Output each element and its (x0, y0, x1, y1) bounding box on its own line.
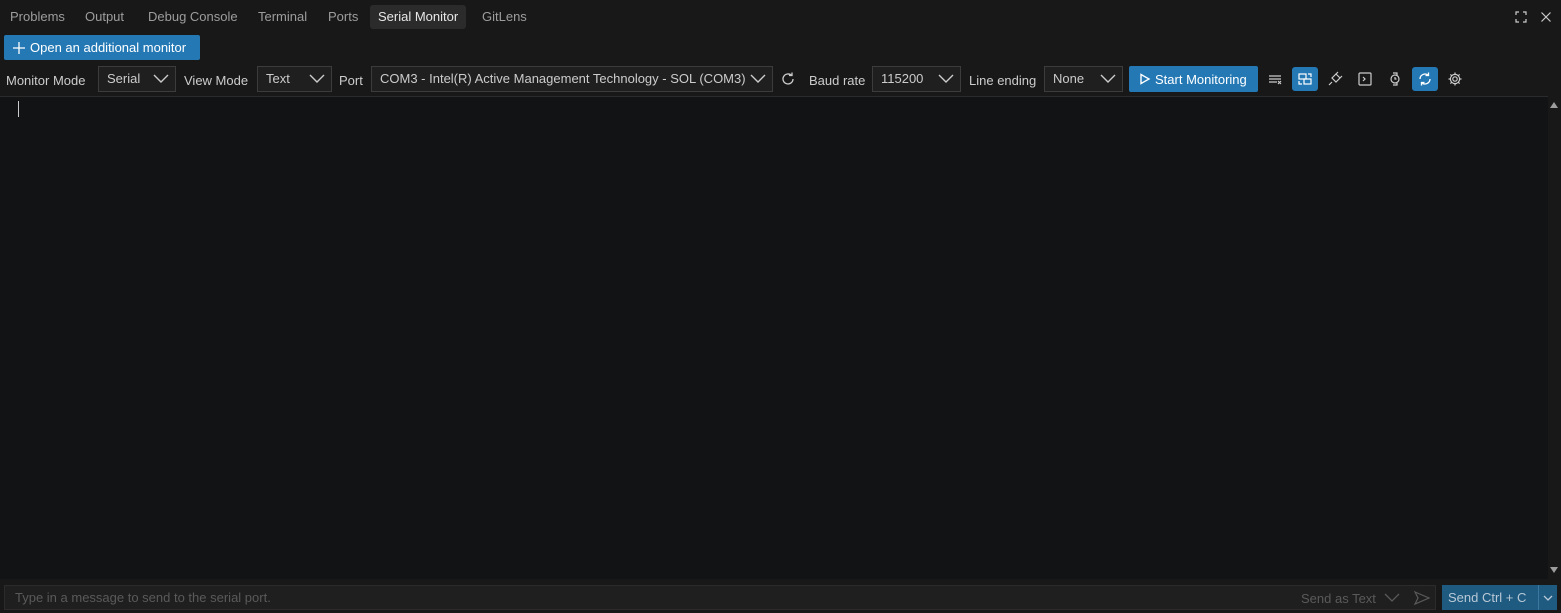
output-scrollbar[interactable] (1548, 96, 1561, 579)
port-label: Port (339, 73, 363, 88)
scroll-up-arrow-icon[interactable] (1550, 102, 1558, 108)
monitor-mode-select[interactable]: Serial (98, 66, 176, 92)
maximize-icon[interactable] (1512, 8, 1530, 26)
plug-icon[interactable] (1322, 67, 1348, 91)
refresh-ports-icon[interactable] (775, 67, 801, 91)
baud-rate-label: Baud rate (809, 73, 866, 88)
send-mode-value[interactable]: Send as Text (1301, 591, 1376, 606)
tab-ports[interactable]: Ports (320, 5, 366, 29)
send-arrow-icon[interactable] (1413, 590, 1431, 606)
scroll-down-arrow-icon[interactable] (1550, 567, 1558, 573)
start-monitoring-label: Start Monitoring (1155, 71, 1247, 87)
view-mode-select[interactable]: Text (257, 66, 332, 92)
monitor-toolbar: Monitor Mode Serial View Mode Text Port … (0, 64, 1561, 96)
baud-rate-select[interactable]: 115200 (872, 66, 961, 92)
monitor-mode-label: Monitor Mode (6, 73, 86, 88)
clear-output-icon[interactable] (1262, 67, 1288, 91)
line-ending-value: None (1053, 71, 1085, 86)
chevron-down-icon (938, 74, 954, 83)
monitor-mode-value: Serial (107, 71, 141, 86)
start-monitoring-button[interactable]: Start Monitoring (1129, 66, 1258, 92)
view-mode-label: View Mode (184, 73, 249, 88)
chevron-down-icon (153, 74, 169, 83)
port-value: COM3 - Intel(R) Active Management Techno… (380, 71, 746, 86)
port-select[interactable]: COM3 - Intel(R) Active Management Techno… (371, 66, 773, 92)
timestamp-watch-icon[interactable] (1382, 67, 1408, 91)
sync-icon[interactable] (1412, 67, 1438, 91)
terminal-icon[interactable] (1352, 67, 1378, 91)
chevron-down-icon (309, 74, 325, 83)
tab-output[interactable]: Output (77, 5, 132, 29)
panel-tab-bar: Problems Output Debug Console Terminal P… (0, 0, 1561, 34)
send-button[interactable]: Send Ctrl + C (1442, 585, 1538, 610)
chevron-down-icon (1543, 595, 1553, 601)
tab-gitlens[interactable]: GitLens (474, 5, 535, 29)
tab-serial-monitor[interactable]: Serial Monitor (370, 5, 467, 29)
chevron-down-icon (1100, 74, 1116, 83)
toggle-autoscroll-icon[interactable] (1292, 67, 1318, 91)
serial-output-area[interactable] (0, 96, 1548, 580)
line-ending-select[interactable]: None (1044, 66, 1123, 92)
tab-debug-console[interactable]: Debug Console (140, 5, 246, 29)
plus-icon (13, 41, 25, 54)
chevron-down-icon[interactable] (1384, 592, 1400, 604)
message-input[interactable] (4, 585, 1436, 610)
play-icon (1140, 73, 1151, 85)
chevron-down-icon (750, 74, 766, 83)
text-cursor (18, 101, 19, 117)
open-additional-monitor-button[interactable]: Open an additional monitor (4, 35, 200, 60)
tab-problems[interactable]: Problems (2, 5, 73, 29)
close-icon[interactable] (1537, 8, 1555, 26)
open-additional-monitor-label: Open an additional monitor (30, 40, 187, 55)
send-options-dropdown[interactable] (1538, 585, 1557, 610)
line-ending-label: Line ending (969, 73, 1037, 88)
gear-icon[interactable] (1442, 67, 1468, 91)
baud-rate-value: 115200 (881, 71, 924, 86)
view-mode-value: Text (266, 71, 290, 86)
tab-terminal[interactable]: Terminal (250, 5, 315, 29)
send-bar: Send as Text Send Ctrl + C (0, 579, 1561, 613)
